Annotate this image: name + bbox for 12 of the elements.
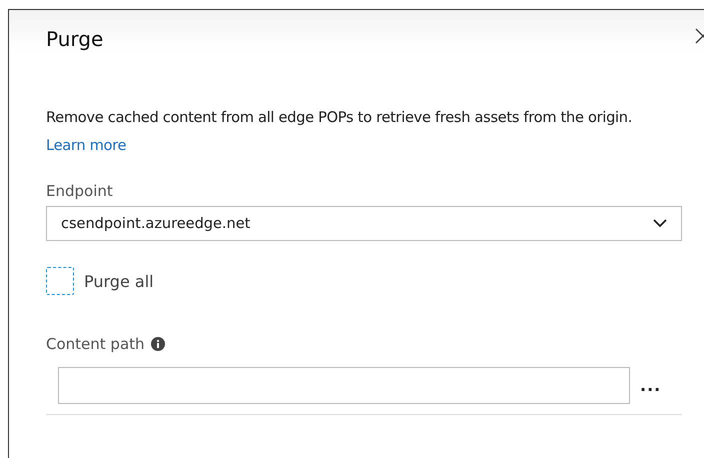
content-path-label: Content path xyxy=(46,335,145,353)
chevron-down-icon xyxy=(653,219,667,228)
info-icon[interactable] xyxy=(150,337,165,351)
panel-title: Purge xyxy=(46,27,104,51)
content-path-field[interactable] xyxy=(58,367,630,404)
endpoint-label: Endpoint xyxy=(46,182,114,200)
checkbox-label: Purge all xyxy=(84,272,154,290)
endpoint-dropdown[interactable]: csendpoint.azureedge.net xyxy=(46,206,682,241)
more-button[interactable]: ... xyxy=(640,376,662,395)
description-text: Remove cached content from all edge POPs to retrieve fresh assets from the origin. Learn more xyxy=(46,108,634,156)
checkbox[interactable] xyxy=(46,267,74,295)
learn-more-link[interactable]: Learn more xyxy=(46,137,126,154)
